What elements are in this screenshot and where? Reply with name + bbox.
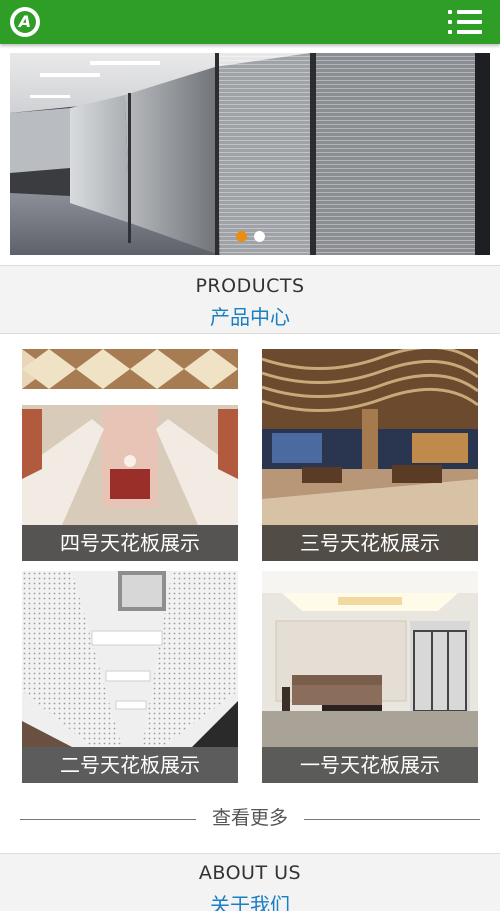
divider-line-left (20, 819, 196, 820)
product-card[interactable]: 一号天花板展示 (262, 571, 478, 783)
product-card[interactable]: 三号天花板展示 (262, 349, 478, 561)
logo[interactable]: A (10, 7, 40, 37)
top-header-bar: A (0, 0, 500, 44)
products-heading: PRODUCTS 产品中心 (0, 265, 500, 334)
product-card[interactable]: 二号天花板展示 (22, 571, 238, 783)
carousel-indicators (236, 231, 276, 243)
banner-carousel[interactable] (10, 53, 490, 255)
product-label: 四号天花板展示 (22, 525, 238, 561)
view-more-link[interactable]: 查看更多 (200, 806, 300, 830)
banner-office-image (10, 53, 490, 255)
product-label: 三号天花板展示 (262, 525, 478, 561)
menu-icon[interactable] (448, 8, 482, 36)
product-label: 二号天花板展示 (22, 747, 238, 783)
product-card[interactable]: 四号天花板展示 (22, 349, 238, 561)
logo-letter: A (14, 11, 36, 33)
about-title-cn[interactable]: 关于我们 (0, 889, 500, 911)
about-heading: ABOUT US 关于我们 (0, 853, 500, 911)
about-title-en: ABOUT US (198, 862, 302, 884)
carousel-dot-1[interactable] (236, 231, 247, 242)
product-label: 一号天花板展示 (262, 747, 478, 783)
view-more[interactable]: 查看更多 (20, 806, 480, 832)
divider-line-right (304, 819, 480, 820)
products-title-cn[interactable]: 产品中心 (0, 301, 500, 330)
products-title-en: PRODUCTS (195, 275, 305, 297)
carousel-dot-2[interactable] (254, 231, 265, 242)
